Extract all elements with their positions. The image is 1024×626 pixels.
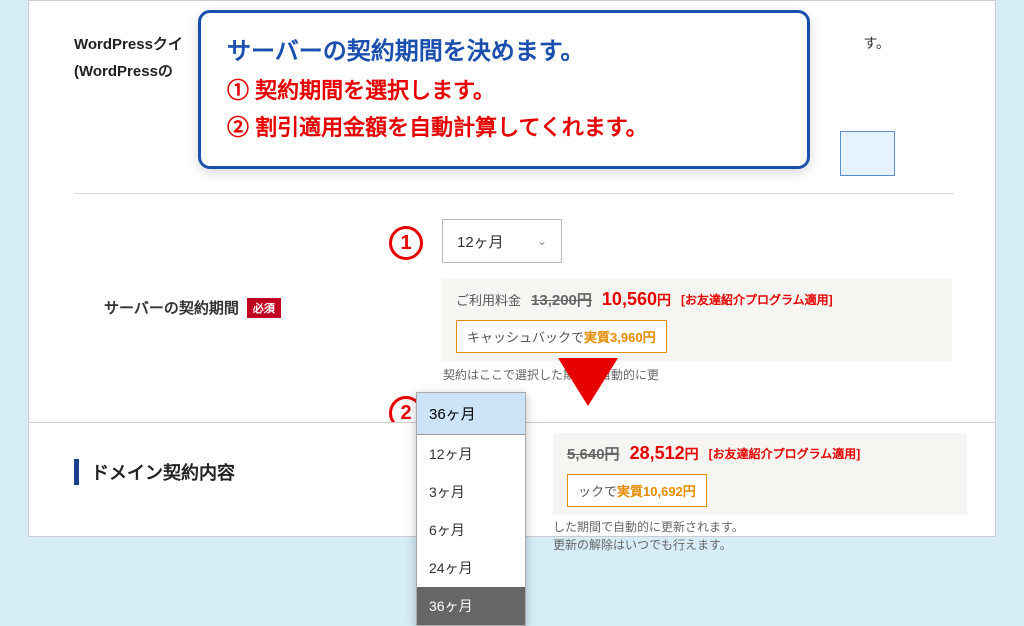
chevron-down-icon: ⌄	[537, 234, 547, 248]
instruction-callout: サーバーの契約期間を決めます。 ① 契約期間を選択します。 ② 割引適用金額を自…	[198, 10, 810, 169]
required-badge: 必須	[247, 298, 281, 318]
fee-label: ご利用料金	[456, 290, 521, 309]
contract-period-label-block: サーバーの契約期間 必須	[104, 297, 281, 318]
truncated-text: す。	[863, 33, 890, 53]
wordpress-heading: WordPressクイ (WordPressの	[74, 33, 183, 81]
dropdown-option[interactable]: 3ヶ月	[417, 473, 525, 511]
dropdown-option[interactable]: 36ヶ月	[417, 587, 525, 625]
marker-1: 1	[389, 226, 423, 260]
contract-period-label: サーバーの契約期間	[104, 297, 239, 318]
pricing-block-1: ご利用料金 13,200円 10,560円 [お友達紹介プログラム適用] キャッ…	[442, 279, 952, 361]
auto-renew-note-2: した期間で自動的に更新されます。 更新の解除はいつでも行えます。	[553, 518, 744, 554]
auto-renew-note-1: 契約はここで選択した期間で自動的に更	[443, 366, 659, 383]
divider	[74, 193, 954, 194]
dropdown-option[interactable]: 24ヶ月	[417, 549, 525, 587]
pricing-block-2: 5,640円 28,512円 [お友達紹介プログラム適用] ックで実質10,69…	[553, 433, 967, 515]
promo-label: [お友達紹介プログラム適用]	[681, 291, 833, 308]
callout-line2: ① 契約期間を選択します。	[227, 74, 781, 107]
dropdown-option[interactable]: 12ヶ月	[417, 435, 525, 473]
arrow-down-icon	[558, 358, 618, 406]
wp-line1: WordPressクイ	[74, 33, 183, 54]
discounted-price: 10,560	[602, 289, 657, 309]
section-heading-domain: ドメイン契約内容	[74, 459, 235, 485]
contract-period-select[interactable]: 12ヶ月 ⌄	[442, 219, 562, 263]
promo-label-2: [お友達紹介プログラム適用]	[709, 445, 861, 462]
callout-line3: ② 割引適用金額を自動計算してくれます。	[227, 111, 781, 144]
wp-line2: (WordPressの	[74, 60, 183, 81]
price-row-1: ご利用料金 13,200円 10,560円 [お友達紹介プログラム適用]	[456, 289, 938, 310]
price-row-2: 5,640円 28,512円 [お友達紹介プログラム適用]	[567, 443, 953, 464]
cashback-badge-2: ックで実質10,692円	[567, 474, 707, 507]
discounted-price-2: 28,512	[630, 443, 685, 463]
cashback-badge-1: キャッシュバックで実質3,960円	[456, 320, 667, 353]
original-price: 13,200	[531, 292, 577, 309]
option-box[interactable]	[840, 131, 895, 176]
dropdown-selected[interactable]: 36ヶ月	[417, 393, 525, 435]
period-dropdown: 36ヶ月 12ヶ月 3ヶ月 6ヶ月 24ヶ月 36ヶ月	[416, 392, 526, 626]
select-value: 12ヶ月	[457, 231, 504, 252]
dropdown-option[interactable]: 6ヶ月	[417, 511, 525, 549]
original-price-2: 5,640	[567, 446, 605, 463]
callout-line1: サーバーの契約期間を決めます。	[227, 31, 781, 66]
